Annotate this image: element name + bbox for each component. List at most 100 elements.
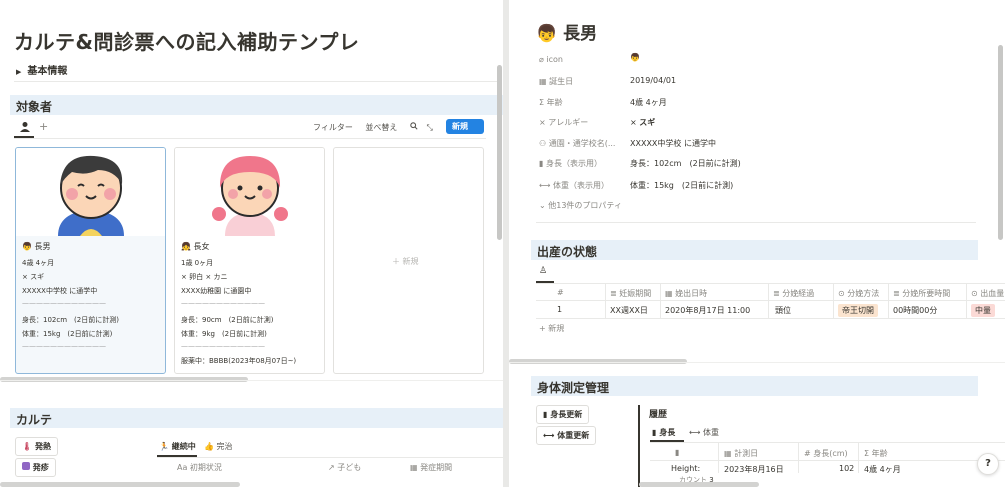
gallery-card-eldest-daughter[interactable]: 👧 長女 1歳 0ヶ月 ⨯ 卵白 ⨯ カニ XXXX幼稚園 に通園中 —————… [174,147,325,374]
dumbbell-icon: ⟷ [543,431,555,440]
cell-age[interactable]: 4歳 4ヶ月 [864,464,901,475]
column-header-period[interactable]: ▦ 発症期間 [410,462,452,473]
allergy-tag: スギ [30,273,45,281]
column-header-title[interactable]: ▮ [675,448,679,457]
update-weight-button[interactable]: ⟷ 体重更新 [536,426,597,445]
list-icon: ≣ [893,289,900,298]
right-vertical-scrollbar[interactable] [998,45,1003,240]
column-header-initial[interactable]: Aa 初期状況 [177,462,222,473]
column-divider [605,284,606,319]
more-properties-toggle[interactable]: ⌄ 他13件のプロパティ [539,200,622,211]
help-icon: ? [985,458,991,469]
column-header-duration[interactable]: ≣ 分娩所要時間 [893,288,950,299]
calendar-icon: ▦ [724,449,732,458]
prop-label-school[interactable]: ⚇ 通園・通学校名(... [539,138,615,149]
sort-button[interactable]: 並べ替え [365,122,397,133]
prop-value-height[interactable]: 身長：102cm (2日前に計測) [630,158,741,169]
column-header-date[interactable]: ▦ 計測日 [724,448,758,459]
column-header-no[interactable]: # [557,288,564,297]
cell-course[interactable]: 頭位 [775,305,791,316]
cell-date[interactable]: 2023年8月16日 [724,464,784,475]
prop-label-weight[interactable]: ⟷ 体重（表示用） [539,180,609,191]
birth-view-tab[interactable]: ♙ [539,266,547,276]
cell-period[interactable]: XX週XX日 [610,305,648,316]
column-label: 分娩方法 [847,289,880,298]
column-header-age[interactable]: Σ 年齢 [864,448,888,459]
column-label: 計測日 [734,449,759,458]
bleeding-tag: 中量 [971,304,995,317]
prop-label-birthday[interactable]: ▦ 誕生日 [539,76,573,87]
cell-datetime[interactable]: 2020年8月17日 11:00 [665,305,750,316]
cell-no[interactable]: 1 [557,305,562,314]
divider [14,138,486,139]
prop-value-birthday[interactable]: 2019/04/01 [630,76,676,85]
prop-value-school[interactable]: XXXXX中学校 に通学中 [630,138,716,149]
divider [650,460,1005,461]
prop-value-icon[interactable]: 👦 [630,53,640,62]
allergy-tag: カニ [213,273,228,281]
left-vertical-scrollbar[interactable] [497,65,502,240]
cell-height[interactable]: 102 [839,464,854,473]
db-toolbar: フィルター 並べ替え ⤡ [313,122,443,133]
column-label: 分娩経過 [782,289,815,298]
prop-label-allergy[interactable]: ⨯ アレルギー [539,117,588,128]
prop-value-weight[interactable]: 体重：15kg (2日前に計測) [630,180,733,191]
boy-icon: 👦 [536,24,558,44]
gallery-card-eldest-son[interactable]: 👦 長男 4歳 4ヶ月 ⨯ スギ XXXXX中学校 に通学中 —————————… [15,147,166,374]
cell-method[interactable]: 帝王切開 [838,304,878,317]
new-button[interactable]: 新規 ⌄ [446,119,484,141]
rash-button[interactable]: 発疹 [15,458,56,477]
girl-avatar-icon [212,156,288,236]
column-header-bleeding[interactable]: ⊙ 出血量 [971,288,1004,299]
new-card-placeholder[interactable]: ＋ 新規 [333,147,484,374]
calendar-icon: ▦ [665,289,673,298]
allergy-icon: ⨯ [630,118,637,127]
cell-name[interactable]: Height: [671,464,700,473]
card-separator: ———————————— [181,299,265,307]
rash-icon [22,462,30,470]
help-button[interactable]: ? [977,453,999,475]
prop-value-allergy[interactable]: ⨯ スギ [630,117,655,128]
tab-cured-label: 完治 [216,442,233,451]
filter-button[interactable]: フィルター [313,122,353,133]
column-header-datetime[interactable]: ▦ 娩出日時 [665,288,707,299]
column-header-period[interactable]: ≣ 妊娠期間 [610,288,651,299]
tab-ongoing[interactable]: 🏃 継続中 [159,441,196,452]
card-allergy: ⨯ スギ [22,272,44,282]
expand-icon[interactable]: ⤡ [426,123,432,133]
column-divider [660,284,661,319]
history-tab-height[interactable]: ▮ 身長 [652,427,675,438]
add-view-button[interactable]: + [39,120,48,133]
history-scrollbar[interactable] [639,482,759,487]
cell-bleeding[interactable]: 中量 [971,304,995,317]
karte-section-heading: カルテ [10,408,503,428]
gallery-view-tab[interactable] [19,121,35,137]
allergy-tag: 卵白 [189,273,204,281]
column-header-course[interactable]: ≣ 分娩経過 [773,288,814,299]
fever-button[interactable]: 🌡 発熱 [15,437,58,456]
prop-value-age[interactable]: 4歳 4ヶ月 [630,97,667,108]
prop-label-icon[interactable]: ⌀ icon [539,55,563,64]
relation-icon: ↗ [328,463,335,472]
search-icon[interactable] [410,122,418,132]
add-row-button[interactable]: + 新規 [539,323,564,334]
card-school: XXXX幼稚園 に通園中 [181,287,252,295]
method-tag: 帝王切開 [838,304,878,317]
basic-info-toggle[interactable]: ▶ 基本情報 [16,62,67,77]
card-name: 長女 [193,242,210,251]
column-header-method[interactable]: ⊙ 分娩方法 [838,288,879,299]
baby-icon: ♙ [539,266,548,276]
column-header-child[interactable]: ↗ 子ども [328,462,361,473]
tab-cured[interactable]: 👍 完治 [204,441,233,452]
update-height-button[interactable]: ▮ 身長更新 [536,405,590,424]
prop-label-height[interactable]: ▮ 身長（表示用） [539,158,602,169]
history-tab-weight[interactable]: ⟷ 体重 [689,427,719,438]
ruler-icon: ▮ [543,410,548,419]
prop-label-age[interactable]: Σ 年齢 [539,97,563,108]
girl-small-icon: 👧 [181,242,191,251]
cell-duration[interactable]: 00時間00分 [893,305,937,316]
select-icon: ⊙ [838,289,845,298]
karte-scrollbar[interactable] [0,482,240,487]
column-header-height[interactable]: # 身長(cm) [804,448,848,459]
allergy-icon: ⨯ [181,273,187,281]
